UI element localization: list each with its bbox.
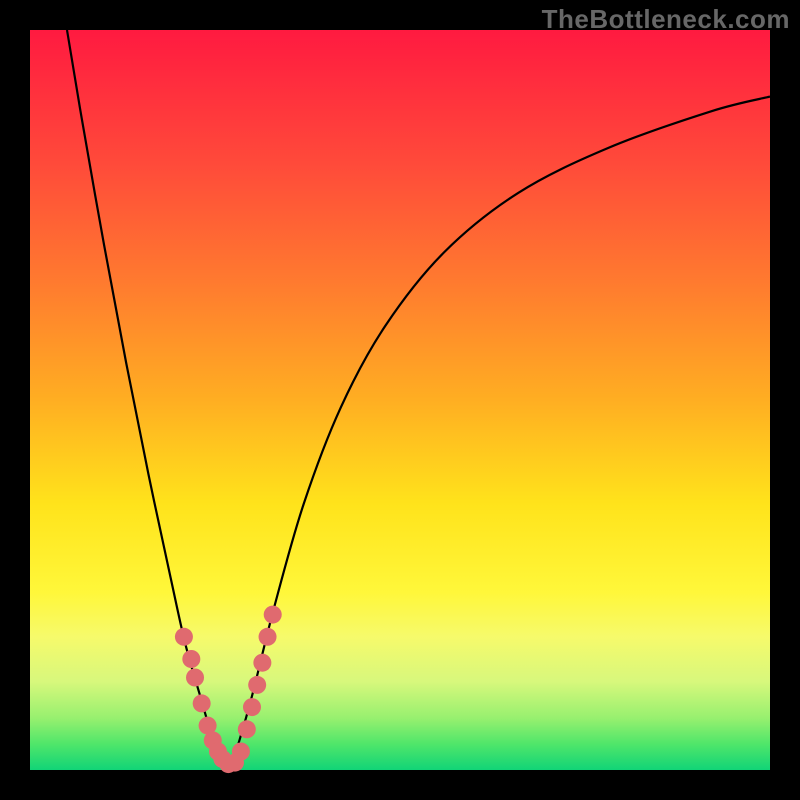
- highlight-dot: [243, 698, 261, 716]
- highlight-dot: [264, 606, 282, 624]
- highlight-dot: [253, 654, 271, 672]
- chart-frame: TheBottleneck.com: [0, 0, 800, 800]
- curve-layer: [67, 30, 770, 770]
- highlight-dot: [259, 628, 277, 646]
- curve-right-curve: [230, 97, 770, 770]
- highlight-dot: [238, 720, 256, 738]
- highlight-dot: [248, 676, 266, 694]
- curve-left-curve: [67, 30, 230, 770]
- highlight-dot: [232, 743, 250, 761]
- plot-area: [30, 30, 770, 770]
- watermark-text: TheBottleneck.com: [542, 4, 790, 35]
- highlight-dot: [182, 650, 200, 668]
- marker-layer: [175, 606, 282, 773]
- highlight-dot: [175, 628, 193, 646]
- chart-svg: [30, 30, 770, 770]
- highlight-dot: [193, 694, 211, 712]
- highlight-dot: [186, 669, 204, 687]
